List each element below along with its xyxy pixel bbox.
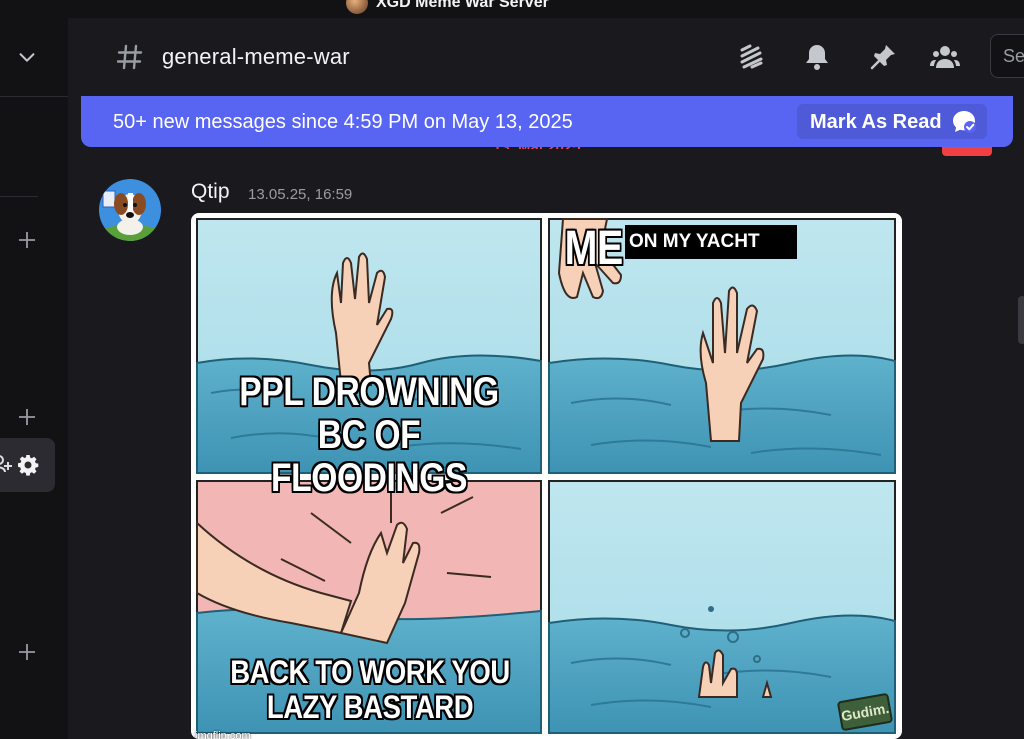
message-timestamp: 13.05.25, 16:59	[248, 186, 353, 203]
channel-name: general-meme-war	[162, 44, 350, 69]
mark-as-read-label: Mark As Read	[810, 111, 942, 133]
gear-icon[interactable]	[16, 453, 40, 477]
user-avatar[interactable]	[99, 179, 161, 241]
channel-sidebar	[0, 18, 68, 739]
scrollbar-thumb[interactable]	[1018, 296, 1024, 344]
add-channel-plus-icon[interactable]	[17, 407, 37, 427]
mark-as-read-button[interactable]: Mark As Read	[797, 104, 987, 139]
mark-read-icon	[953, 111, 976, 133]
window-title: XGD Meme War Server	[376, 0, 549, 11]
meme-caption-bottom: BACK TO WORK YOU LAZY BASTARD	[230, 654, 510, 725]
members-icon[interactable]	[930, 42, 960, 72]
message-author[interactable]: Qtip	[191, 180, 230, 204]
meme-caption-top: PPL DROWNING BC OF FLOODINGS	[239, 370, 499, 501]
new-messages-text: 50+ new messages since 4:59 PM on May 13…	[113, 111, 573, 133]
sidebar-divider	[0, 96, 68, 97]
new-badge	[942, 146, 992, 156]
hash-icon	[117, 44, 143, 70]
add-user-icon[interactable]	[0, 454, 12, 474]
new-messages-banner[interactable]: 50+ new messages since 4:59 PM on May 13…	[81, 96, 1013, 147]
meme-caption-me: ME	[564, 222, 624, 275]
meme-image-attachment[interactable]: PPL DROWNING BC OF FLOODINGS ME ON MY YA…	[191, 213, 902, 739]
search-placeholder: Se	[1003, 46, 1024, 66]
meme-watermark: imgflip.com	[195, 730, 251, 739]
threads-icon[interactable]	[736, 42, 766, 72]
active-channel-item[interactable]	[0, 438, 55, 492]
search-input[interactable]: Se	[990, 34, 1024, 78]
app-window: XGD Meme War Server general-meme-war Se …	[0, 0, 1024, 739]
channel-header: general-meme-war Se	[68, 18, 1024, 96]
add-channel-plus-icon[interactable]	[17, 230, 37, 250]
window-title-group: XGD Meme War Server	[346, 0, 549, 14]
sidebar-divider	[0, 196, 38, 197]
pin-icon[interactable]	[868, 42, 898, 72]
chevron-down-icon[interactable]	[16, 46, 38, 68]
server-avatar	[346, 0, 368, 14]
bell-icon[interactable]	[802, 42, 832, 72]
add-channel-plus-icon[interactable]	[17, 642, 37, 662]
title-bar: XGD Meme War Server	[0, 0, 1024, 18]
meme-caption-yacht: ON MY YACHT	[625, 225, 797, 259]
